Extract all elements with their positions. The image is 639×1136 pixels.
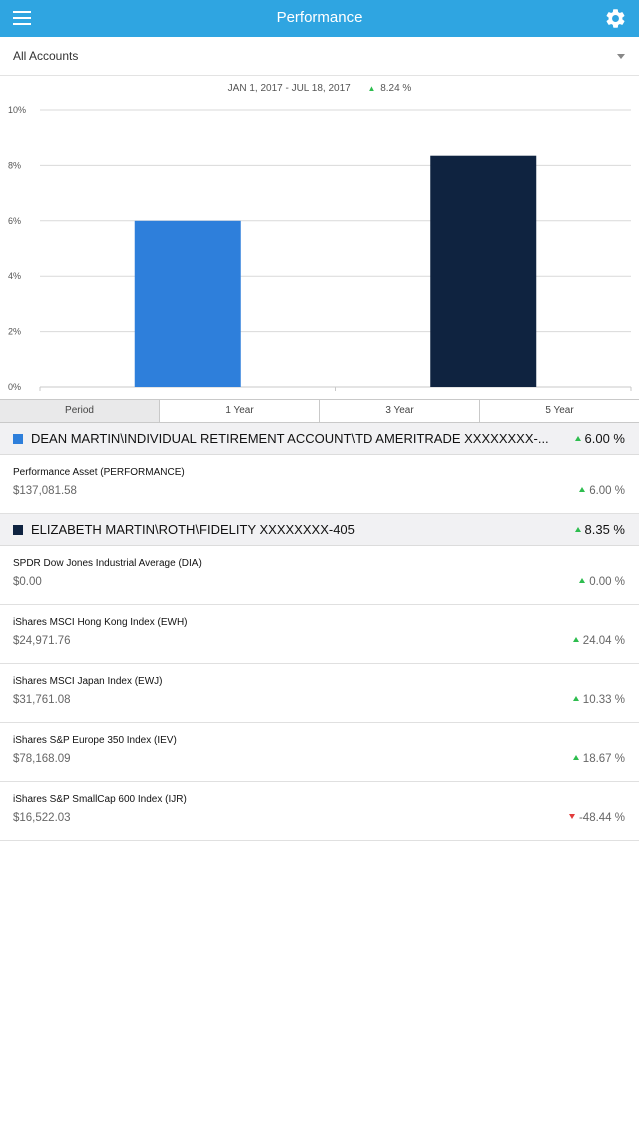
- holding-value: $24,971.76: [13, 635, 71, 647]
- up-arrow-icon: [572, 696, 579, 702]
- holding-row[interactable]: iShares S&P SmallCap 600 Index (IJR) $16,…: [0, 782, 639, 841]
- account-group-percent-value: 8.35 %: [584, 522, 625, 537]
- holding-row[interactable]: Performance Asset (PERFORMANCE) $137,081.…: [0, 455, 639, 514]
- holding-name: iShares S&P Europe 350 Index (IEV): [13, 735, 177, 746]
- holding-row[interactable]: SPDR Dow Jones Industrial Average (DIA) $…: [0, 546, 639, 605]
- holding-percent-value: 18.67 %: [582, 753, 625, 765]
- account-group-percent: 6.00 %: [574, 431, 625, 446]
- holding-name: SPDR Dow Jones Industrial Average (DIA): [13, 558, 202, 569]
- holding-percent-value: -48.44 %: [578, 812, 625, 824]
- up-arrow-icon: [574, 527, 581, 533]
- y-tick-label: 6%: [8, 216, 21, 226]
- down-arrow-icon: [568, 814, 575, 820]
- period-tab[interactable]: 1 Year: [160, 400, 320, 422]
- holding-value: $0.00: [13, 576, 42, 588]
- date-range: JAN 1, 2017 - JUL 18, 2017: [227, 83, 351, 94]
- up-arrow-icon: [579, 578, 586, 584]
- legend-swatch: [13, 434, 23, 444]
- y-tick-label: 4%: [8, 271, 21, 281]
- account-group-header[interactable]: ELIZABETH MARTIN\ROTH\FIDELITY XXXXXXXX-…: [0, 514, 639, 546]
- account-group-percent-value: 6.00 %: [584, 431, 625, 446]
- holding-percent-value: 0.00 %: [589, 576, 625, 588]
- account-group-name: ELIZABETH MARTIN\ROTH\FIDELITY XXXXXXXX-…: [31, 522, 355, 537]
- period-selector: Period 1 Year 3 Year 5 Year: [0, 399, 639, 423]
- holding-percent: 18.67 %: [572, 753, 625, 765]
- account-group-name: DEAN MARTIN\INDIVIDUAL RETIREMENT ACCOUN…: [31, 431, 549, 446]
- account-selector[interactable]: All Accounts: [0, 37, 639, 76]
- gear-icon[interactable]: [604, 7, 627, 30]
- y-tick-label: 8%: [8, 160, 21, 170]
- period-tab[interactable]: Period: [0, 400, 160, 422]
- up-arrow-icon: [572, 637, 579, 643]
- holding-name: iShares MSCI Japan Index (EWJ): [13, 676, 163, 687]
- period-tab[interactable]: 5 Year: [480, 400, 639, 422]
- holding-value: $31,761.08: [13, 694, 71, 706]
- holding-name: Performance Asset (PERFORMANCE): [13, 467, 185, 478]
- chart-header: JAN 1, 2017 - JUL 18, 2017 ▲ 8.24 %: [0, 83, 639, 94]
- up-arrow-icon: [572, 755, 579, 761]
- holding-value: $78,168.09: [13, 753, 71, 765]
- y-tick-label: 2%: [8, 327, 21, 337]
- page-title: Performance: [276, 9, 363, 26]
- account-group-percent: 8.35 %: [574, 522, 625, 537]
- holding-name: iShares S&P SmallCap 600 Index (IJR): [13, 794, 187, 805]
- holding-value: $137,081.58: [13, 485, 77, 497]
- up-arrow-icon: [579, 487, 586, 493]
- holding-percent: 6.00 %: [579, 485, 625, 497]
- bar: [134, 220, 241, 387]
- holding-row[interactable]: iShares S&P Europe 350 Index (IEV) $78,16…: [0, 723, 639, 782]
- chevron-down-icon: [617, 54, 625, 59]
- bar: [430, 155, 537, 387]
- up-arrow-icon: [574, 436, 581, 442]
- total-change: 8.24 %: [380, 83, 412, 94]
- holding-percent: 10.33 %: [572, 694, 625, 706]
- holding-percent: 24.04 %: [572, 635, 625, 647]
- account-performance-list: DEAN MARTIN\INDIVIDUAL RETIREMENT ACCOUN…: [0, 423, 639, 841]
- holding-percent: -48.44 %: [568, 812, 625, 824]
- holding-percent-value: 10.33 %: [582, 694, 625, 706]
- account-selector-value: All Accounts: [13, 49, 79, 63]
- y-tick-label: 0%: [8, 382, 21, 392]
- nav-bar: Performance: [0, 0, 639, 37]
- y-tick-label: 10%: [8, 105, 26, 115]
- up-arrow-icon: ▲: [367, 84, 376, 93]
- holding-value: $16,522.03: [13, 812, 71, 824]
- holding-percent: 0.00 %: [579, 576, 625, 588]
- performance-bar-chart: 0% 2% 4% 6% 8% 10%: [8, 105, 632, 392]
- holding-percent-value: 6.00 %: [589, 485, 625, 497]
- holding-row[interactable]: iShares MSCI Japan Index (EWJ) $31,761.08…: [0, 664, 639, 723]
- holding-row[interactable]: iShares MSCI Hong Kong Index (EWH) $24,97…: [0, 605, 639, 664]
- holding-name: iShares MSCI Hong Kong Index (EWH): [13, 617, 188, 628]
- account-group-header[interactable]: DEAN MARTIN\INDIVIDUAL RETIREMENT ACCOUN…: [0, 423, 639, 455]
- legend-swatch: [13, 525, 23, 535]
- period-tab[interactable]: 3 Year: [320, 400, 480, 422]
- holding-percent-value: 24.04 %: [582, 635, 625, 647]
